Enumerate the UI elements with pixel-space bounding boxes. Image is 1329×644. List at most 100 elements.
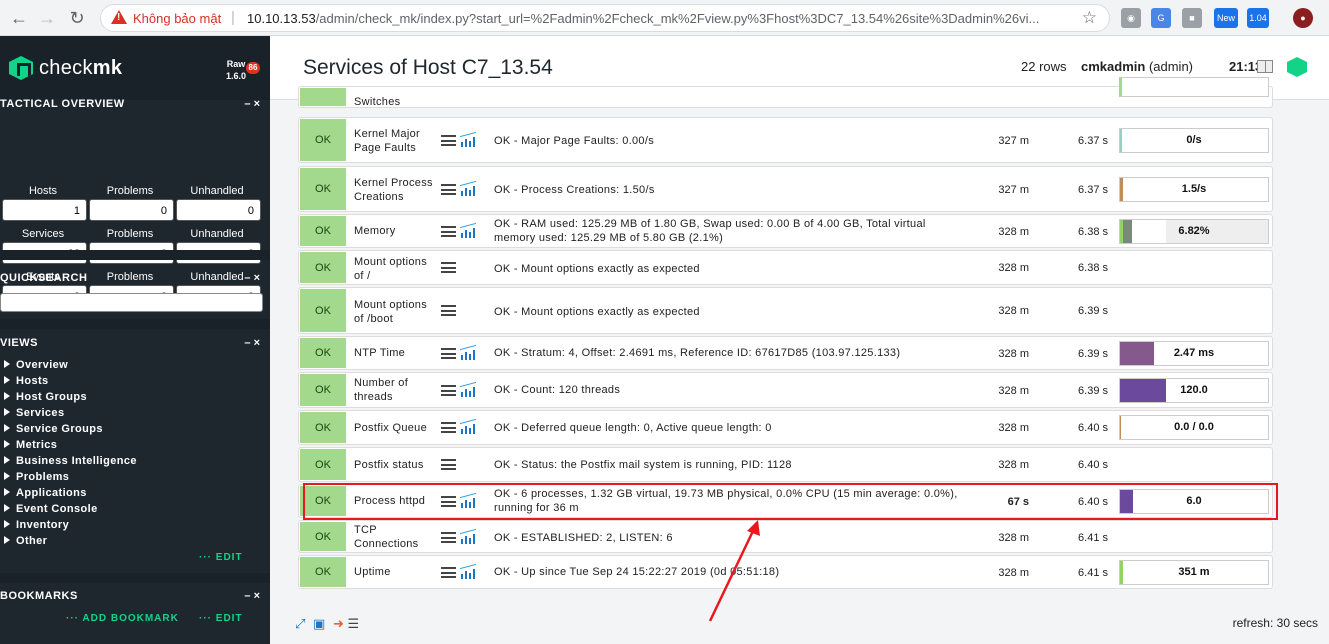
table-row[interactable]: OK NTP Time OK - Stratum: 4, Offset: 2.4… (298, 336, 1273, 370)
service-name[interactable]: Postfix Queue (354, 412, 434, 444)
tactical-overview-title[interactable]: TACTICAL OVERVIEW (0, 98, 125, 114)
graph-icon[interactable] (460, 418, 476, 434)
forward-icon[interactable]: → (36, 7, 58, 29)
add-bookmark-link[interactable]: ··· ADD BOOKMARK (66, 613, 179, 624)
table-row[interactable]: OK TCP Connections OK - ESTABLISHED: 2, … (298, 520, 1273, 553)
perfometer[interactable]: 1.5/s (1119, 177, 1269, 202)
version-extension-icon[interactable]: 1.04 (1247, 8, 1269, 28)
menu-icon[interactable] (441, 385, 456, 396)
profile-avatar[interactable]: ● (1293, 8, 1313, 28)
graph-icon[interactable] (460, 222, 476, 238)
graph-icon[interactable] (460, 381, 476, 397)
menu-icon[interactable] (441, 305, 456, 316)
state-badge[interactable]: OK (300, 168, 346, 210)
view-other[interactable]: Other (4, 535, 47, 547)
view-business-intelligence[interactable]: Business Intelligence (4, 455, 137, 467)
view-hosts[interactable]: Hosts (4, 375, 49, 387)
menu-icon[interactable] (441, 422, 456, 433)
view-metrics[interactable]: Metrics (4, 439, 57, 451)
table-row[interactable]: OK Postfix Queue OK - Deferred queue len… (298, 410, 1273, 445)
view-services[interactable]: Services (4, 407, 64, 419)
graph-icon[interactable] (460, 563, 476, 579)
snapin-controls[interactable]: – × (244, 98, 260, 110)
state-badge[interactable]: OK (300, 88, 346, 106)
werk-badge[interactable]: 86 (246, 62, 260, 74)
service-name[interactable]: Uptime (354, 556, 434, 588)
view-service-groups[interactable]: Service Groups (4, 423, 103, 435)
menu-icon[interactable] (441, 226, 456, 237)
camera-icon[interactable]: ◉ (1121, 8, 1141, 28)
view-problems[interactable]: Problems (4, 471, 69, 483)
checkmk-icon[interactable] (1287, 57, 1307, 77)
extension-icon[interactable]: ■ (1182, 8, 1202, 28)
service-name[interactable]: NTP Time (354, 337, 434, 369)
graph-icon[interactable] (460, 131, 476, 147)
table-row[interactable]: OK Mount options of / OK - Mount options… (298, 250, 1273, 285)
bookmarks-edit-link[interactable]: ··· EDIT (199, 613, 243, 624)
perfometer[interactable]: 351 m (1119, 560, 1269, 585)
checkmk-logo-text[interactable]: checkmk (39, 57, 122, 80)
perfometer[interactable]: 6.82% (1119, 219, 1269, 244)
graph-icon[interactable] (460, 180, 476, 196)
menu-icon[interactable] (441, 567, 456, 578)
bookmarks-title[interactable]: BOOKMARKS (0, 590, 78, 606)
table-row[interactable]: OK Memory OK - RAM used: 125.29 MB of 1.… (298, 214, 1273, 248)
table-row[interactable]: OK Postfix status OK - Status: the Postf… (298, 447, 1273, 482)
service-name[interactable]: Kernel Major Page Faults (354, 120, 434, 162)
list-icon[interactable]: ☰ (347, 616, 359, 631)
graph-icon[interactable] (460, 344, 476, 360)
view-host-groups[interactable]: Host Groups (4, 391, 87, 403)
graph-icon[interactable] (460, 528, 476, 544)
menu-icon[interactable] (441, 532, 456, 543)
service-name[interactable]: TCP Connections (354, 521, 434, 552)
state-badge[interactable]: OK (300, 289, 346, 332)
address-bar[interactable]: Không bảo mật | 10.10.13.53/admin/check_… (100, 4, 1110, 32)
menu-icon[interactable] (441, 348, 456, 359)
user-info[interactable]: cmkadmin (admin) (1081, 59, 1193, 74)
views-title[interactable]: VIEWS (0, 337, 38, 353)
service-name[interactable]: Mount options of /boot (354, 290, 434, 333)
new-extension-icon[interactable]: New (1214, 8, 1238, 28)
table-row[interactable]: OK Kernel Major Page Faults OK - Major P… (298, 117, 1273, 163)
state-badge[interactable]: OK (300, 119, 346, 161)
hosts-count[interactable]: 1 (2, 199, 87, 221)
snapin-controls[interactable]: – × (244, 337, 260, 349)
state-badge[interactable]: OK (300, 449, 346, 480)
state-badge[interactable]: OK (300, 522, 346, 551)
perfometer[interactable]: 2.47 ms (1119, 341, 1269, 366)
fullscreen-icon[interactable]: ⤢ (295, 616, 305, 631)
table-row[interactable]: OK Switches (298, 77, 1273, 109)
service-name[interactable]: Postfix status (354, 449, 434, 481)
snapin-controls[interactable]: – × (244, 272, 260, 284)
quicksearch-input[interactable] (0, 293, 263, 312)
service-name[interactable]: Mount options of / (354, 253, 434, 284)
host-unhandled-count[interactable]: 0 (176, 199, 261, 221)
perfometer[interactable]: 0/s (1119, 128, 1269, 153)
service-name[interactable]: Kernel Process Creations (354, 169, 434, 211)
view-overview[interactable]: Overview (4, 359, 68, 371)
snapin-controls[interactable]: – × (244, 590, 260, 602)
back-icon[interactable]: ← (8, 7, 30, 29)
quicksearch-title[interactable]: QUICKSEARCH (0, 272, 87, 288)
table-row[interactable]: OK Mount options of /boot OK - Mount opt… (298, 287, 1273, 334)
table-row[interactable]: OK Uptime OK - Up since Tue Sep 24 15:22… (298, 555, 1273, 589)
state-badge[interactable]: OK (300, 338, 346, 368)
service-name[interactable]: Switches (354, 87, 434, 109)
menu-icon[interactable] (441, 184, 456, 195)
translate-icon[interactable]: G (1151, 8, 1171, 28)
perfometer[interactable]: 120.0 (1119, 378, 1269, 403)
export-icon[interactable]: ➜ (333, 616, 344, 631)
view-inventory[interactable]: Inventory (4, 519, 69, 531)
service-name[interactable]: Memory (354, 215, 434, 247)
book-icon[interactable] (1257, 60, 1273, 73)
reload-icon[interactable]: ↻ (66, 7, 88, 29)
state-badge[interactable]: OK (300, 216, 346, 246)
views-edit-link[interactable]: ··· EDIT (199, 552, 243, 563)
state-badge[interactable]: OK (300, 252, 346, 283)
view-event-console[interactable]: Event Console (4, 503, 98, 515)
perfometer[interactable]: 0.0 / 0.0 (1119, 415, 1269, 440)
state-badge[interactable]: OK (300, 374, 346, 406)
url-text[interactable]: 10.10.13.53/admin/check_mk/index.py?star… (247, 11, 1077, 26)
menu-icon[interactable] (441, 459, 456, 470)
menu-icon[interactable] (441, 262, 456, 273)
